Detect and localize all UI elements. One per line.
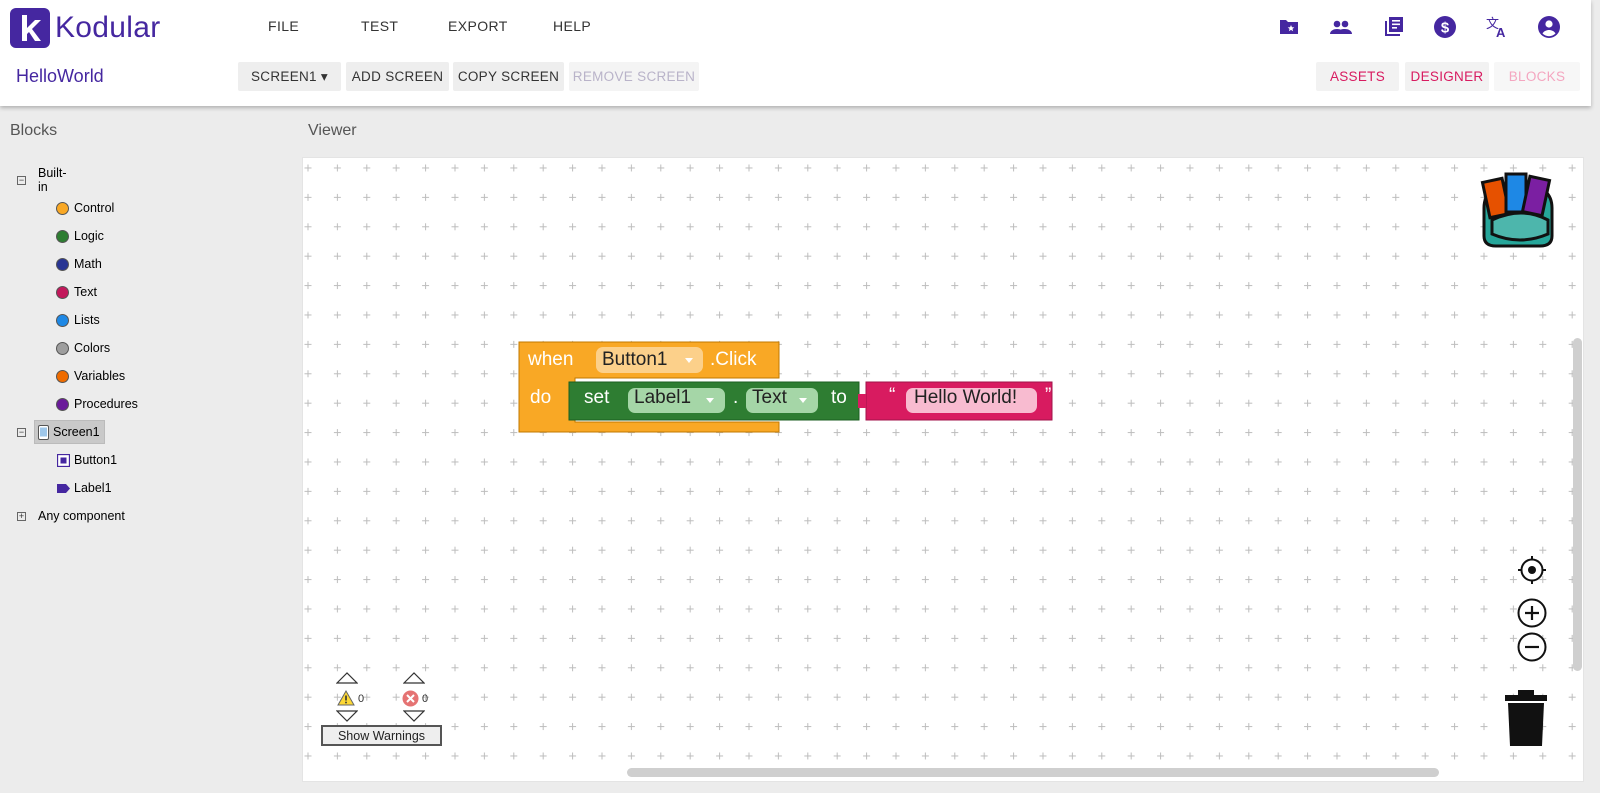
tree-item-control[interactable]: Control [56,196,114,220]
collapse-icon[interactable]: − [17,428,26,437]
folder-star-icon[interactable] [1277,15,1301,39]
lists-color-icon [56,313,69,327]
remove-screen-button: REMOVE SCREEN [569,62,699,91]
trash-icon[interactable] [1504,690,1548,746]
event-name-label: .Click [710,349,757,370]
menu-export[interactable]: EXPORT [448,18,508,34]
warning-down-arrow-icon[interactable] [336,710,358,722]
logic-color-icon [56,229,69,243]
people-icon[interactable] [1329,15,1353,39]
phone-icon [38,424,49,440]
string-value[interactable]: Hello World! [914,387,1017,409]
top-icon-bar: $ 文A [1277,15,1561,39]
to-label: to [831,387,847,408]
tree-item-procedures[interactable]: Procedures [56,392,138,416]
tree-item-label: Logic [74,229,104,243]
kodular-logo[interactable]: Kodular [10,8,161,48]
warning-up-arrow-icon[interactable] [336,672,358,684]
dollar-icon[interactable]: $ [1433,15,1457,39]
set-component-label[interactable]: Label1 [634,387,691,409]
account-icon[interactable] [1537,15,1561,39]
tree-item-variables[interactable]: Variables [56,364,125,388]
dot-label: . [733,387,739,408]
tree-screen1-label: Screen1 [53,425,100,439]
copy-screen-button[interactable]: COPY SCREEN [453,62,564,91]
tree-item-colors[interactable]: Colors [56,336,110,360]
blocks-panel-title: Blocks [10,122,58,139]
menu-file[interactable]: FILE [268,18,299,34]
tree-builtin-label: Built-in [38,166,67,194]
tree-item-logic[interactable]: Logic [56,224,104,248]
tree-item-label: Control [74,201,115,215]
project-name: HelloWorld [16,66,104,86]
svg-text:$: $ [1441,20,1450,37]
assets-button[interactable]: ASSETS [1316,62,1399,91]
tree-item-label: Colors [74,341,111,355]
tree-item-label: Lists [74,313,100,327]
tree-item-label: Variables [74,369,126,383]
label-icon [57,483,70,493]
procedures-color-icon [56,397,69,411]
warning-icon [337,690,355,706]
zoom-in-icon[interactable] [1517,598,1547,628]
errors-count: 0 [422,693,429,705]
warnings-count: 0 [358,693,365,705]
when-label: when [528,349,574,370]
do-label: do [530,387,552,408]
show-warnings-button[interactable]: Show Warnings [321,725,442,746]
app-header: Kodular FILE TEST EXPORT HELP $ 文A Hello… [0,0,1591,106]
tree-item-text[interactable]: Text [56,280,97,304]
tree-component-label: Label1 [74,481,112,495]
svg-text:A: A [1496,25,1506,39]
app-name: Kodular [55,11,161,44]
tree-screen1-selected[interactable]: Screen1 [34,420,105,444]
menu-test[interactable]: TEST [361,18,398,34]
tree-item-lists[interactable]: Lists [56,308,100,332]
text-color-icon [56,285,69,299]
expand-icon[interactable]: + [17,512,26,521]
kodular-logo-icon [10,8,50,48]
open-quote: “ [889,385,896,406]
variables-color-icon [56,369,69,383]
viewer-title: Viewer [308,122,357,139]
error-icon [402,690,419,707]
button-icon [57,453,70,467]
vertical-scrollbar[interactable] [1573,338,1582,671]
tree-item-label: Text [74,285,97,299]
designer-button[interactable]: DESIGNER [1405,62,1489,91]
menu-help[interactable]: HELP [553,18,591,34]
event-component-label[interactable]: Button1 [602,349,668,371]
set-label: set [584,387,610,408]
tree-component-label1[interactable]: Label1 [57,476,112,500]
add-screen-button[interactable]: ADD SCREEN [346,62,449,91]
tree-component-label: Button1 [74,453,118,467]
horizontal-scrollbar[interactable] [627,768,1439,777]
math-color-icon [56,257,69,271]
tree-component-button1[interactable]: Button1 [57,448,117,472]
tree-item-label: Math [74,257,102,271]
center-icon[interactable] [1517,555,1547,585]
error-up-arrow-icon[interactable] [403,672,425,684]
blocks-button[interactable]: BLOCKS [1494,62,1580,91]
collapse-icon[interactable]: − [17,176,26,185]
screen-select-button[interactable]: SCREEN1 ▾ [238,62,341,91]
zoom-out-icon[interactable] [1517,632,1547,662]
control-color-icon [56,201,69,215]
workspace-grid [303,158,1583,781]
library-icon[interactable] [1381,15,1405,39]
backpack-icon[interactable] [1474,170,1564,252]
tree-any-component-label: Any component [38,509,125,523]
tree-item-math[interactable]: Math [56,252,102,276]
error-down-arrow-icon[interactable] [403,710,425,722]
tree-item-label: Procedures [74,397,138,411]
property-label[interactable]: Text [752,387,787,409]
blocks-workspace[interactable] [302,157,1584,782]
close-quote: ” [1045,385,1052,406]
colors-color-icon [56,341,69,355]
translate-icon[interactable]: 文A [1485,15,1509,39]
